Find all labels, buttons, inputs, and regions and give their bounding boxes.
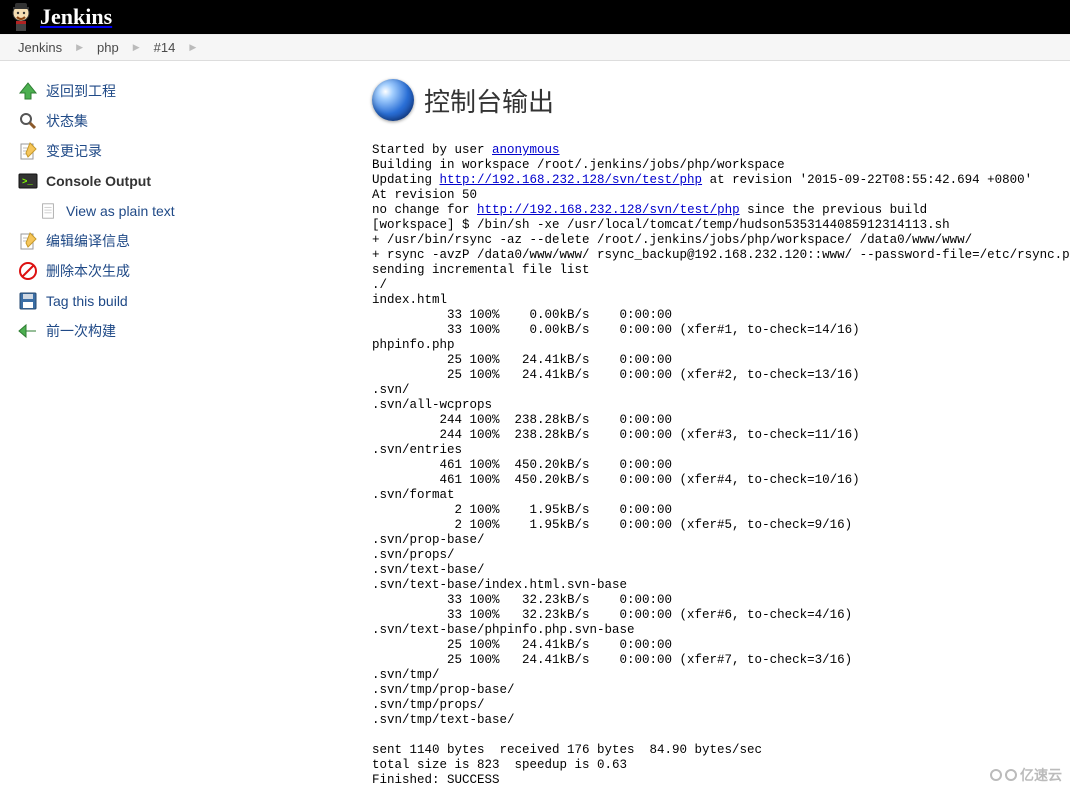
terminal-icon: >_ [16, 169, 40, 193]
console-user-link[interactable]: anonymous [492, 143, 560, 157]
breadcrumb-bar: Jenkins ▶ php ▶ #14 ▶ [0, 34, 1070, 61]
console-line: Started by user [372, 143, 492, 157]
sidebar-item-label[interactable]: 变更记录 [46, 141, 102, 161]
sidebar-item-delete-build[interactable]: 删除本次生成 [16, 256, 352, 286]
chevron-right-icon: ▶ [76, 42, 83, 53]
sidebar-item-label[interactable]: 返回到工程 [46, 81, 116, 101]
jenkins-logo-link[interactable]: Jenkins [8, 2, 112, 32]
console-line: At revision 50 [372, 188, 477, 202]
console-svn-link-1[interactable]: http://192.168.232.128/svn/test/php [440, 173, 703, 187]
search-icon [16, 109, 40, 133]
sidebar-item-label[interactable]: View as plain text [66, 203, 175, 219]
sidebar-item-changes[interactable]: 变更记录 [16, 136, 352, 166]
console-line: at revision '2015-09-22T08:55:42.694 +08… [702, 173, 1032, 187]
side-panel: 返回到工程 状态集 变更记录 >_ Console Output View as [0, 61, 360, 354]
sidebar-item-label[interactable]: 编辑编译信息 [46, 231, 130, 251]
status-orb-icon [372, 79, 414, 121]
console-line: since the previous build [740, 203, 928, 217]
delete-icon [16, 259, 40, 283]
console-rest: [workspace] $ /bin/sh -xe /usr/local/tom… [372, 218, 1070, 787]
main-panel: 控制台输出 Started by user anonymous Building… [360, 61, 1070, 808]
sidebar-item-label[interactable]: Tag this build [46, 293, 128, 309]
page-title-row: 控制台输出 [372, 79, 1070, 121]
chevron-right-icon: ▶ [189, 42, 196, 53]
sidebar-item-label[interactable]: 前一次构建 [46, 321, 116, 341]
top-header: Jenkins [0, 0, 1070, 34]
crumb-job[interactable]: php [97, 40, 119, 55]
sidebar-item-previous-build[interactable]: 前一次构建 [16, 316, 352, 346]
sidebar-item-edit-build-info[interactable]: 编辑编译信息 [16, 226, 352, 256]
document-icon [36, 199, 60, 223]
up-arrow-icon [16, 79, 40, 103]
sidebar-item-label: Console Output [46, 173, 151, 189]
sidebar-item-tag-build[interactable]: Tag this build [16, 286, 352, 316]
console-svn-link-2[interactable]: http://192.168.232.128/svn/test/php [477, 203, 740, 217]
console-output: Started by user anonymous Building in wo… [372, 143, 1070, 788]
svg-text:>_: >_ [22, 177, 33, 187]
jenkins-butler-icon [8, 2, 34, 32]
left-arrow-icon [16, 319, 40, 343]
crumb-jenkins[interactable]: Jenkins [18, 40, 62, 55]
watermark-logo-icon [990, 769, 1002, 781]
watermark-text: 亿速云 [1020, 765, 1062, 785]
chevron-right-icon: ▶ [133, 42, 140, 53]
notepad-icon [16, 139, 40, 163]
page-title: 控制台输出 [424, 82, 554, 119]
brand-text: Jenkins [40, 4, 112, 30]
sidebar-item-view-plain-text[interactable]: View as plain text [16, 196, 352, 226]
sidebar-item-label[interactable]: 删除本次生成 [46, 261, 130, 281]
sidebar-item-status[interactable]: 状态集 [16, 106, 352, 136]
sidebar-item-label[interactable]: 状态集 [46, 111, 88, 131]
save-icon [16, 289, 40, 313]
console-line: Updating [372, 173, 440, 187]
crumb-build[interactable]: #14 [154, 40, 176, 55]
console-line: Building in workspace /root/.jenkins/job… [372, 158, 785, 172]
watermark-logo-icon [1005, 769, 1017, 781]
watermark: 亿速云 [990, 765, 1062, 785]
sidebar-item-console-output[interactable]: >_ Console Output [16, 166, 352, 196]
console-line: no change for [372, 203, 477, 217]
sidebar-item-back-to-project[interactable]: 返回到工程 [16, 76, 352, 106]
notepad-edit-icon [16, 229, 40, 253]
